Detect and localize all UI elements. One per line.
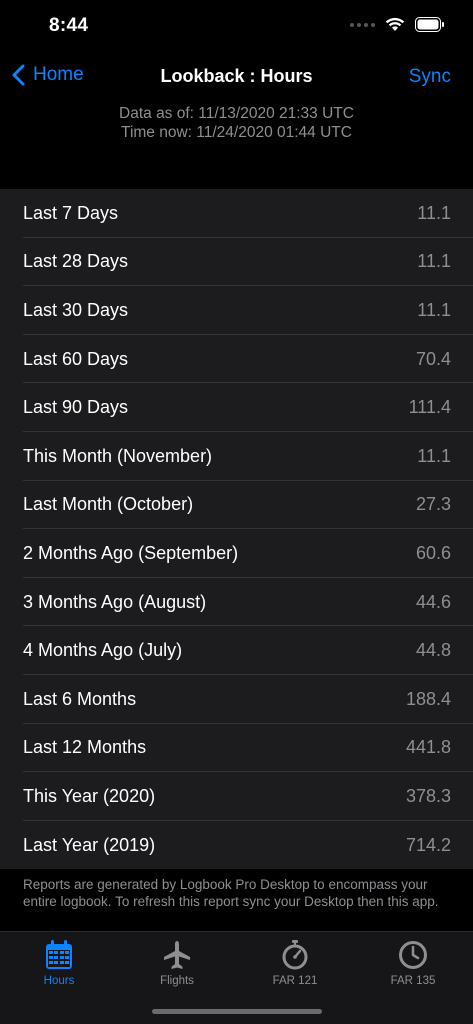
tab-label: Flights [160,975,194,987]
row-label: This Year (2020) [23,785,156,806]
row-label: Last Year (2019) [23,834,156,855]
tab-label: Hours [43,975,75,987]
tab-flights[interactable]: Flights [118,939,236,987]
list-item: Last 12 Months 441.8 [0,724,473,773]
wifi-icon [385,17,405,31]
row-label: Last 30 Days [23,299,129,320]
footer-note: Reports are generated by Logbook Pro Des… [23,877,439,909]
navigation-bar: Home Lookback : Hours Sync [0,56,473,100]
tab-label: FAR 121 [272,975,318,987]
row-label: Last 60 Days [23,348,129,369]
row-value: 44.6 [415,591,451,612]
stopwatch-icon [282,940,308,970]
status-bar: 8:44 [0,0,473,54]
data-info: Data as of: 11/13/2020 21:33 UTC Time no… [0,104,473,142]
list-item: 3 Months Ago (August) 44.6 [0,578,473,627]
list-item: Last Month (October) 27.3 [0,481,473,530]
row-value: 714.2 [405,834,451,855]
row-value: 11.1 [417,299,451,320]
row-label: 2 Months Ago (September) [23,542,239,563]
list-item: Last 28 Days 11.1 [0,238,473,287]
row-label: 4 Months Ago (July) [23,640,183,661]
status-icons [350,17,445,32]
sync-button[interactable]: Sync [409,66,451,88]
row-label: Last 7 Days [23,202,119,223]
row-label: Last 6 Months [23,688,137,709]
row-value: 378.3 [405,785,451,806]
row-label: 3 Months Ago (August) [23,591,207,612]
row-value: 11.1 [417,445,451,466]
row-value: 188.4 [405,688,451,709]
list-item: This Year (2020) 378.3 [0,772,473,821]
list-item: Last 90 Days 111.4 [0,383,473,432]
battery-icon [415,17,444,32]
row-label: Last 90 Days [23,397,129,418]
tab-label: FAR 135 [390,975,436,987]
list-item: Last 7 Days 11.1 [0,189,473,238]
row-value: 44.8 [415,640,451,661]
time-now-text: Time now: 11/24/2020 01:44 UTC [121,124,352,141]
tab-far-121[interactable]: FAR 121 [236,939,354,987]
row-label: Last Month (October) [23,494,194,515]
list-item: Last 30 Days 11.1 [0,286,473,335]
tab-far-135[interactable]: FAR 135 [354,939,472,987]
row-value: 111.4 [408,397,451,418]
row-label: Last 28 Days [23,251,129,272]
row-value: 60.6 [415,542,451,563]
list-item: Last 6 Months 188.4 [0,675,473,724]
list-item: This Month (November) 11.1 [0,432,473,481]
data-as-of-text: Data as of: 11/13/2020 21:33 UTC [119,105,354,122]
cellular-signal-icon [350,22,375,27]
home-indicator[interactable] [152,1009,322,1014]
calendar-icon [46,940,72,969]
list-item: 4 Months Ago (July) 44.8 [0,626,473,675]
status-time: 8:44 [49,15,89,36]
list-item: Last 60 Days 70.4 [0,335,473,384]
airplane-icon [164,941,190,969]
row-label: Last 12 Months [23,737,147,758]
row-value: 441.8 [405,737,451,758]
clock-icon [399,941,427,969]
list-item: 2 Months Ago (September) 60.6 [0,529,473,578]
row-value: 27.3 [415,494,451,515]
list-item: Last Year (2019) 714.2 [0,821,473,870]
tab-hours[interactable]: Hours [0,939,118,987]
row-label: This Month (November) [23,445,213,466]
row-value: 11.1 [417,202,451,223]
row-value: 70.4 [415,348,451,369]
row-value: 11.1 [417,251,451,272]
hours-list: Last 7 Days 11.1 Last 28 Days 11.1 Last 30… [0,189,473,870]
page-title: Lookback : Hours [160,66,313,86]
